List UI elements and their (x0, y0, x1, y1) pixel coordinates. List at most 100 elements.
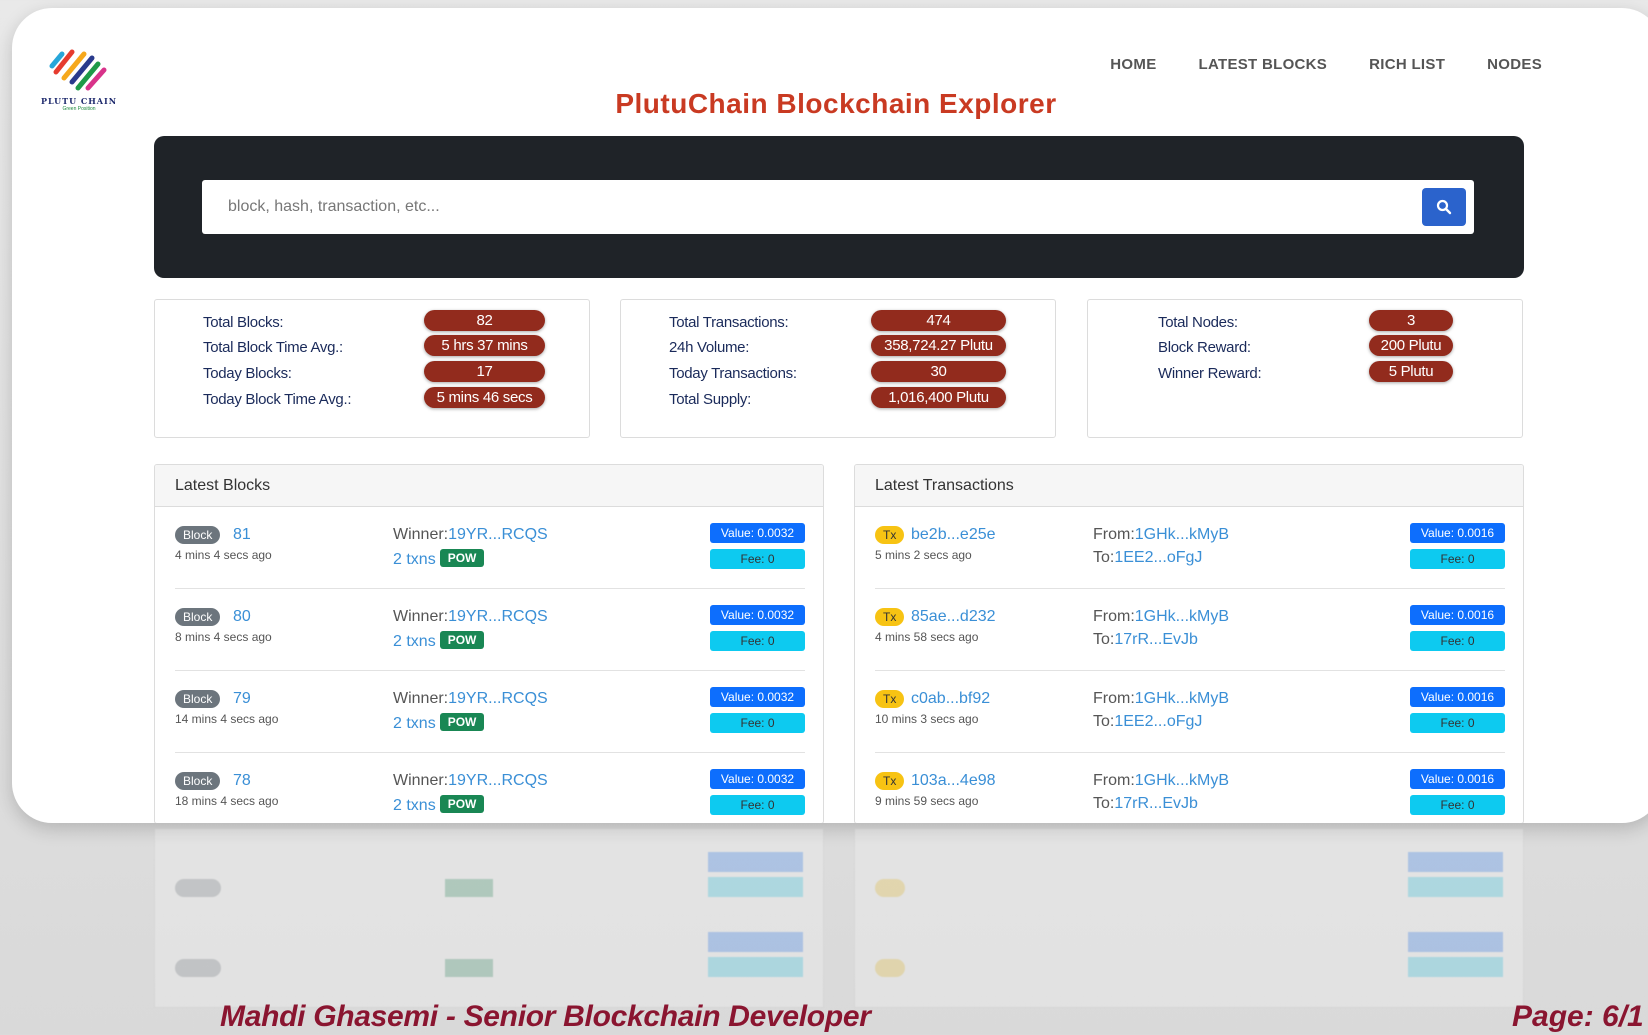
stat-total-transactions: Total Transactions: 474 (621, 310, 1055, 334)
nav-nodes[interactable]: NODES (1487, 56, 1542, 73)
value-badge: Value: 0.0016 (1410, 605, 1505, 625)
reflection-value (708, 932, 803, 952)
page-title: PlutuChain Blockchain Explorer (615, 88, 1057, 119)
tx-time-ago: 10 mins 3 secs ago (875, 712, 979, 726)
stat-badge: 5 hrs 37 mins (424, 335, 545, 356)
tx-badge: Tx (875, 526, 905, 544)
stat-total-block-time-avg: Total Block Time Avg.: 5 hrs 37 mins (155, 335, 589, 359)
stats-nodes-panel: Total Nodes: 3 Block Reward: 200 Plutu W… (1087, 299, 1523, 438)
value-badge: Value: 0.0016 (1410, 687, 1505, 707)
reflection-fee (1408, 877, 1503, 897)
from-address-link[interactable]: 1GHk...kMyB (1135, 772, 1229, 789)
stat-block-reward: Block Reward: 200 Plutu (1088, 335, 1522, 359)
value-badge: Value: 0.0032 (710, 687, 805, 707)
stat-badge: 3 (1369, 310, 1453, 331)
fee-badge: Fee: 0 (710, 713, 805, 733)
block-badge: Block (175, 608, 221, 626)
block-time-ago: 4 mins 4 secs ago (175, 548, 272, 562)
stat-24h-volume: 24h Volume: 358,724.27 Plutu (621, 335, 1055, 359)
fee-badge: Fee: 0 (710, 631, 805, 651)
block-winner: Winner:19YR...RCQS (393, 772, 548, 789)
block-winner: Winner:19YR...RCQS (393, 526, 548, 543)
reflection-badge (875, 879, 905, 897)
block-time-ago: 14 mins 4 secs ago (175, 712, 279, 726)
footer-author: Mahdi Ghasemi - Senior Blockchain Develo… (220, 1000, 871, 1033)
winner-address-link[interactable]: 19YR...RCQS (448, 772, 548, 789)
tx-hash-link[interactable]: 85ae...d232 (911, 608, 996, 626)
block-number-link[interactable]: 79 (233, 690, 251, 708)
block-txns-link[interactable]: 2 txns (393, 797, 436, 814)
block-txns-link[interactable]: 2 txns (393, 551, 436, 568)
reflection-pow (445, 959, 493, 977)
stat-today-transactions: Today Transactions: 30 (621, 361, 1055, 385)
stats-transactions-panel: Total Transactions: 474 24h Volume: 358,… (620, 299, 1056, 438)
latest-blocks-card: Latest Blocks Block 81 4 mins 4 secs ago… (154, 464, 824, 823)
block-number-link[interactable]: 78 (233, 772, 251, 790)
tx-hash-link[interactable]: 103a...4e98 (911, 772, 996, 790)
search-button[interactable] (1422, 188, 1466, 226)
to-address-link[interactable]: 1EE2...oFgJ (1114, 549, 1202, 566)
block-number-link[interactable]: 81 (233, 526, 251, 544)
block-txns-link[interactable]: 2 txns (393, 633, 436, 650)
reflection-value (708, 852, 803, 872)
stat-today-blocks: Today Blocks: 17 (155, 361, 589, 385)
fee-badge: Fee: 0 (710, 549, 805, 569)
block-row: Block 80 8 mins 4 secs ago Winner:19YR..… (175, 589, 805, 671)
block-row: Block 79 14 mins 4 secs ago Winner:19YR.… (175, 671, 805, 753)
stat-badge: 30 (871, 361, 1006, 382)
tx-from: From:1GHk...kMyB (1093, 772, 1230, 789)
fee-badge: Fee: 0 (710, 795, 805, 815)
reflection-badge (175, 959, 221, 977)
reflection-fee (708, 957, 803, 977)
tx-badge: Tx (875, 772, 905, 790)
block-txns-link[interactable]: 2 txns (393, 715, 436, 732)
block-txns: 2 txns POW (393, 795, 485, 815)
pow-badge: POW (439, 631, 485, 649)
from-address-link[interactable]: 1GHk...kMyB (1135, 690, 1229, 707)
search-icon (1436, 199, 1452, 215)
top-nav: HOME LATEST BLOCKS RICH LIST NODES (1110, 56, 1542, 73)
transaction-row: Tx 85ae...d232 4 mins 58 secs ago From:1… (875, 589, 1505, 671)
winner-address-link[interactable]: 19YR...RCQS (448, 526, 548, 543)
footer-page-number: Page: 6/1 (1512, 1000, 1644, 1033)
from-address-link[interactable]: 1GHk...kMyB (1135, 526, 1229, 543)
fee-badge: Fee: 0 (1410, 713, 1505, 733)
reflection-value (1408, 932, 1503, 952)
to-address-link[interactable]: 17rR...EvJb (1114, 795, 1198, 812)
tx-hash-link[interactable]: c0ab...bf92 (911, 690, 990, 708)
winner-address-link[interactable]: 19YR...RCQS (448, 608, 548, 625)
reflection-transactions-card (854, 828, 1524, 1008)
tx-time-ago: 9 mins 59 secs ago (875, 794, 979, 808)
to-address-link[interactable]: 17rR...EvJb (1114, 631, 1198, 648)
value-badge: Value: 0.0032 (710, 523, 805, 543)
nav-home[interactable]: HOME (1110, 56, 1156, 73)
tx-to: To:1EE2...oFgJ (1093, 713, 1203, 730)
from-address-link[interactable]: 1GHk...kMyB (1135, 608, 1229, 625)
reflection-fee (1408, 957, 1503, 977)
slide: PLUTU CHAIN Green Position HOME LATEST B… (12, 8, 1648, 823)
winner-address-link[interactable]: 19YR...RCQS (448, 690, 548, 707)
nav-latest-blocks[interactable]: LATEST BLOCKS (1199, 56, 1328, 73)
search-input[interactable] (202, 180, 1352, 234)
tx-from: From:1GHk...kMyB (1093, 608, 1230, 625)
value-badge: Value: 0.0016 (1410, 769, 1505, 789)
block-txns: 2 txns POW (393, 713, 485, 733)
block-row: Block 78 18 mins 4 secs ago Winner:19YR.… (175, 753, 805, 823)
nav-rich-list[interactable]: RICH LIST (1369, 56, 1445, 73)
latest-transactions-title: Latest Transactions (855, 465, 1523, 507)
search-panel (154, 136, 1524, 278)
pow-badge: POW (439, 795, 485, 813)
tx-hash-link[interactable]: be2b...e25e (911, 526, 996, 544)
block-winner: Winner:19YR...RCQS (393, 690, 548, 707)
to-address-link[interactable]: 1EE2...oFgJ (1114, 713, 1202, 730)
tx-time-ago: 4 mins 58 secs ago (875, 630, 979, 644)
block-number-link[interactable]: 80 (233, 608, 251, 626)
reflection-badge (875, 959, 905, 977)
block-txns: 2 txns POW (393, 549, 485, 569)
tx-time-ago: 5 mins 2 secs ago (875, 548, 972, 562)
reflection-badge (175, 879, 221, 897)
tx-badge: Tx (875, 608, 905, 626)
pow-badge: POW (439, 713, 485, 731)
stat-badge: 1,016,400 Plutu (871, 387, 1006, 408)
stat-badge: 82 (424, 310, 545, 331)
